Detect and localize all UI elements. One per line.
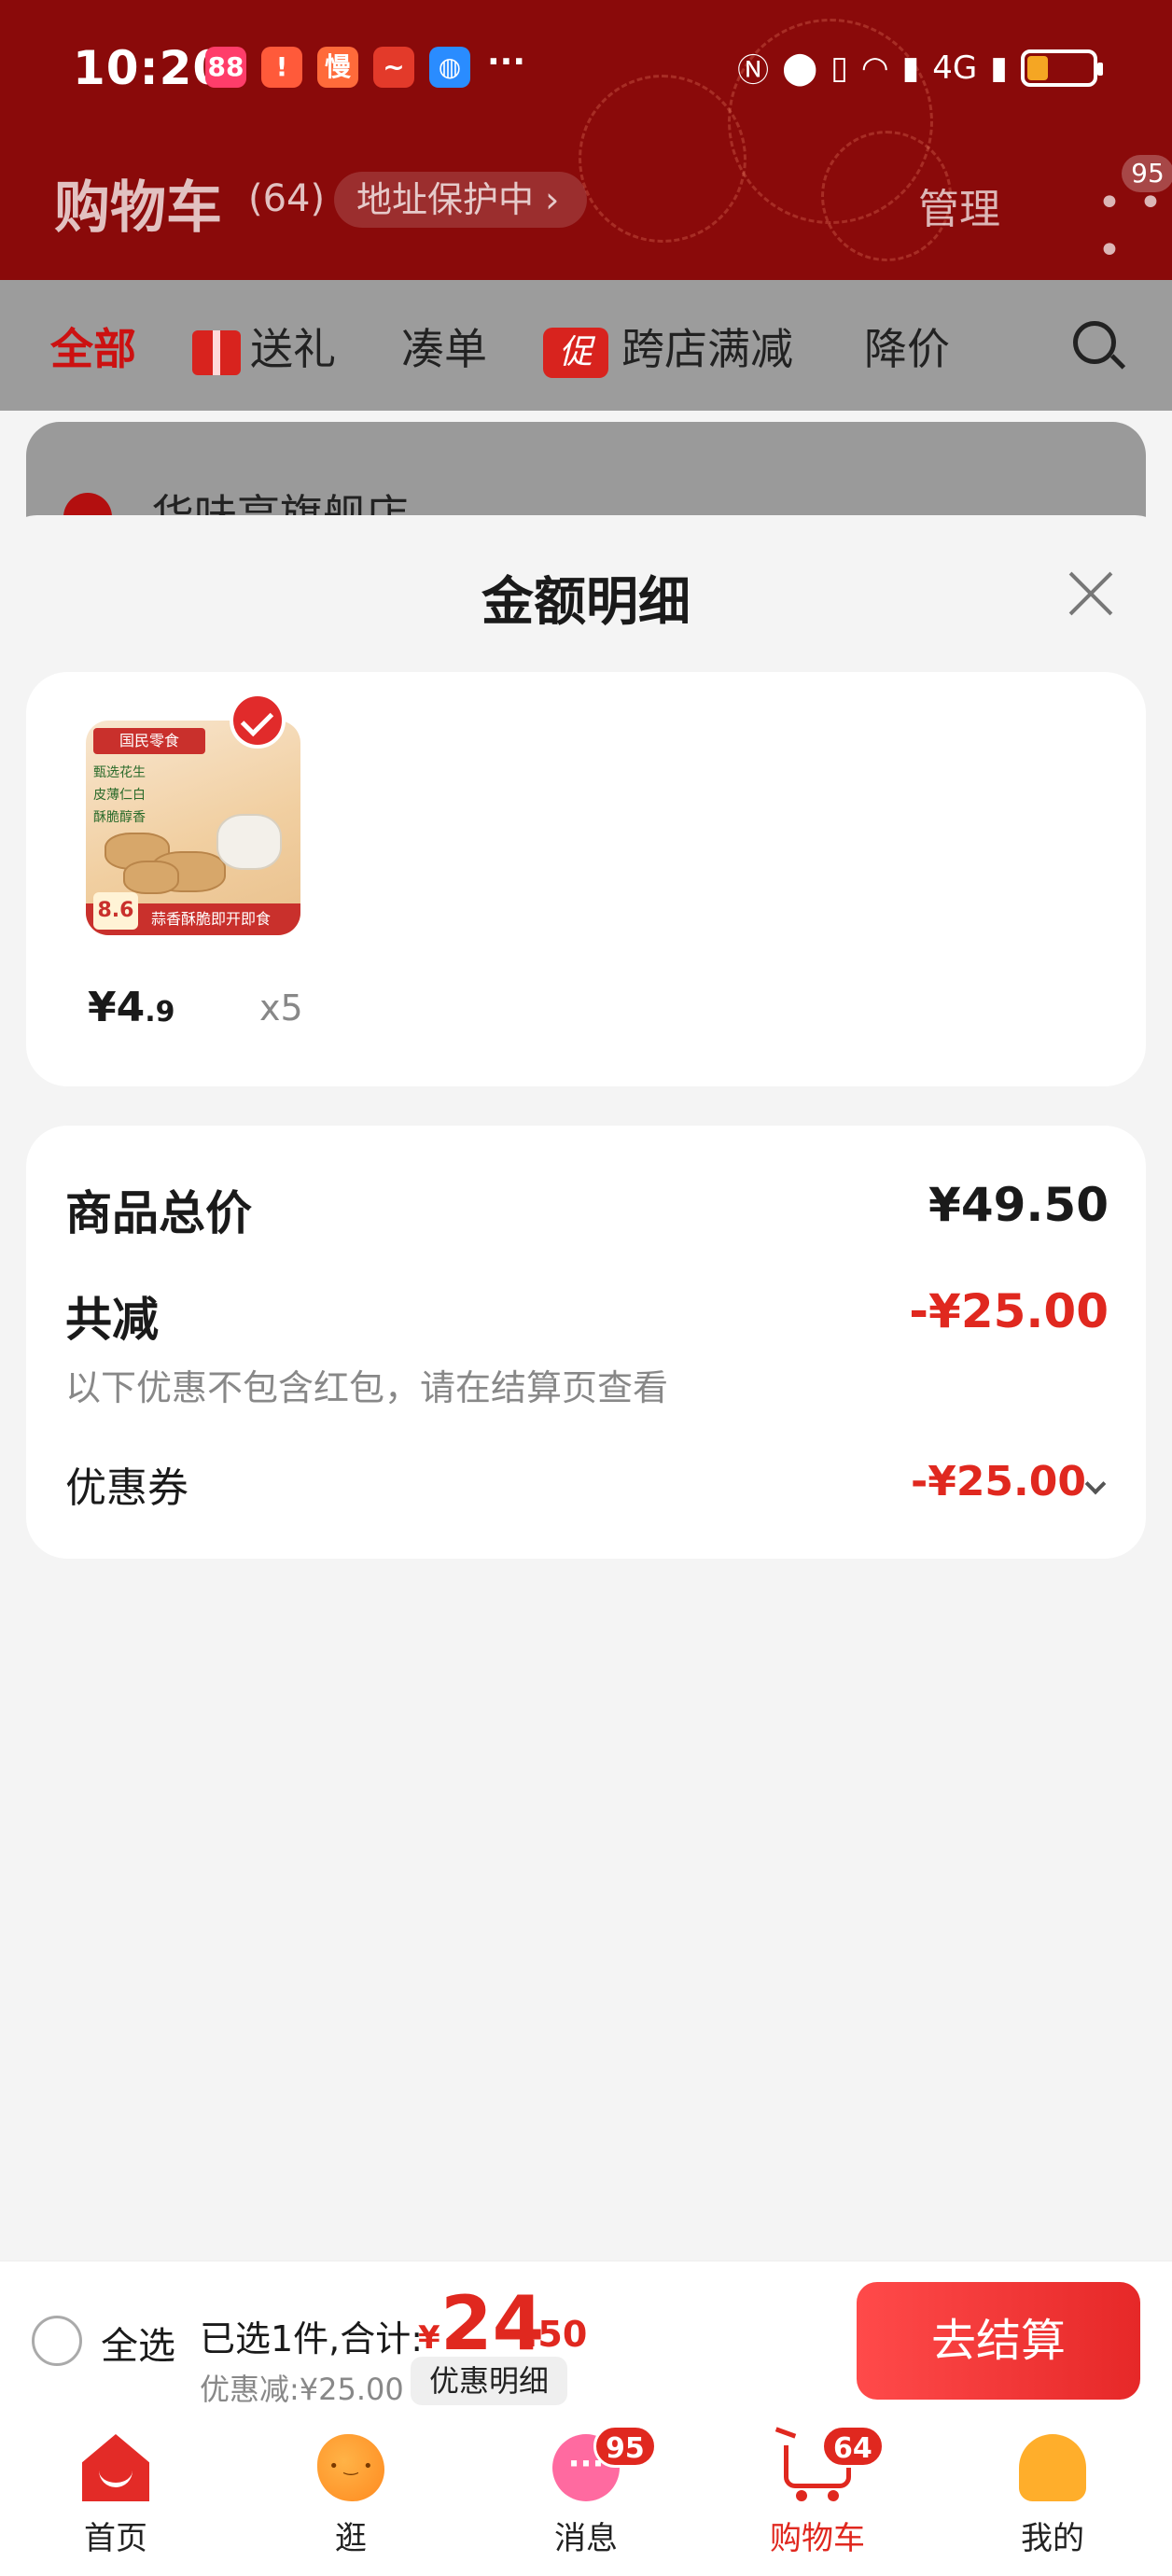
item-price: ¥4.9 [88,984,175,1031]
more-notifications-icon: ··· [487,43,526,81]
coupon-label: 优惠券 [65,1464,188,1512]
tab-gift[interactable]: 送礼 [192,315,336,377]
nav-profile[interactable]: 我的 [959,2415,1146,2576]
product-feature: 酥脆醇香 [93,810,146,825]
sheet-title: 金额明细 [481,572,691,633]
profile-icon [1019,2434,1086,2501]
system-icons: Ⓝ ⬤ ▯ ◠ ▮ 4G ▮ [737,45,1103,91]
search-icon[interactable] [1073,321,1116,364]
notification-app-icon: 88 [205,47,246,88]
tab-all[interactable]: 全部 [50,315,136,377]
reduce-label: 共减 [65,1293,159,1347]
amount-detail-sheet: 金额明细 国民零食 甄选花生 皮薄仁白 酥脆醇香 蒜香酥脆即开即食 8.6 ¥4… [0,515,1172,2261]
tab-gift-label: 送礼 [250,324,336,374]
cart-header: 10:20 88 ! 慢 ~ ◍ ··· Ⓝ ⬤ ▯ ◠ ▮ 4G ▮ 购物车 … [0,0,1172,280]
home-icon [82,2434,149,2501]
status-bar: 10:20 88 ! 慢 ~ ◍ ··· Ⓝ ⬤ ▯ ◠ ▮ 4G ▮ [0,35,1172,101]
total-amount-decimal: .50 [524,2314,588,2355]
location-icon: ⬤ [782,49,818,87]
cart-title-row: 购物车 (64) 地址保护中 › 管理 • • • 95 [54,155,1172,274]
more-badge: 95 [1122,155,1172,192]
cart-item-count: (64) [248,177,326,220]
more-icon[interactable]: • • • [1097,179,1172,274]
nav-label: 逛 [335,2520,367,2557]
manage-button[interactable]: 管理 [918,175,1000,235]
selected-check-icon [230,693,286,749]
product-brand: 国民零食 [93,728,205,754]
notification-app-icon: ◍ [429,47,470,88]
nav-guang[interactable]: 逛 [258,2415,444,2576]
message-badge: 95 [593,2425,657,2468]
guang-icon [317,2434,384,2501]
nav-label: 消息 [554,2520,618,2557]
selected-items-card: 国民零食 甄选花生 皮薄仁白 酥脆醇香 蒜香酥脆即开即食 8.6 ¥4.9 x5 [26,672,1146,1086]
package-image [216,814,282,870]
total-price-label: 商品总价 [65,1186,252,1240]
close-icon[interactable] [1060,564,1120,623]
nav-label: 我的 [1021,2520,1084,2557]
product-thumbnail[interactable]: 国民零食 甄选花生 皮薄仁白 酥脆醇香 蒜香酥脆即开即食 8.6 [86,721,300,935]
promo-icon: 促 [543,327,608,378]
notification-app-icon: ~ [373,47,414,88]
nav-messages[interactable]: 95 消息 [493,2415,679,2576]
discount-detail-button[interactable]: 优惠明细 [411,2357,568,2405]
nav-label: 首页 [84,2520,147,2557]
nav-cart[interactable]: 64 购物车 [724,2415,911,2576]
cart-filter-tabs: 全部 送礼 凑单 促跨店满减 降价 [0,280,1172,411]
notification-app-icon: ! [261,47,302,88]
chevron-down-icon[interactable] [1084,1473,1107,1495]
nfc-icon: Ⓝ [737,52,770,90]
battery-icon [1021,49,1103,87]
status-time: 10:20 [73,41,227,95]
bottom-navigation: 首页 逛 95 消息 64 购物车 我的 [0,2415,1172,2576]
select-all-label[interactable]: 全选 [101,2316,175,2370]
product-feature: 皮薄仁白 [93,788,146,803]
vibrate-icon: ▯ [830,49,848,87]
notification-app-icon: 慢 [317,47,358,88]
select-all-checkbox[interactable] [32,2316,82,2366]
network-type: 4G [932,49,978,87]
product-features: 甄选花生 皮薄仁白 酥脆醇香 [93,762,146,829]
tab-cross-store-label: 跨店满减 [621,324,793,374]
product-feature: 甄选花生 [93,765,146,780]
gift-icon [192,329,241,375]
total-currency: ¥ [418,2319,440,2357]
tab-cross-store[interactable]: 促跨店满减 [543,315,793,378]
reduce-value: -¥25.00 [909,1284,1109,1338]
nav-label: 购物车 [770,2520,865,2557]
checkout-button[interactable]: 去结算 [857,2282,1140,2400]
peanut-image [123,861,179,894]
product-tag-price: 8.6 [93,892,138,930]
signal-icon: ▮ [990,49,1008,87]
tab-bundle[interactable]: 凑单 [401,315,487,377]
coupon-value[interactable]: -¥25.00 [911,1458,1086,1505]
item-price-decimal: .9 [145,996,175,1029]
discount-amount-text: 优惠减:¥25.00 [200,2372,404,2407]
signal-icon: ▮ [901,49,920,87]
page-title: 购物车 [54,175,222,241]
discount-note: 以下优惠不包含红包，请在结算页查看 [65,1367,669,1408]
address-protection-pill[interactable]: 地址保护中 › [334,172,588,228]
nav-home[interactable]: 首页 [22,2415,209,2576]
item-quantity: x5 [259,987,303,1029]
checkout-bar: 全选 已选1件,合计: ¥ 24 .50 优惠减:¥25.00 优惠明细 去结算 [0,2261,1172,2415]
total-price-value: ¥49.50 [928,1178,1109,1232]
selected-count-text: 已选1件,合计: [200,2318,424,2359]
tab-price-drop[interactable]: 降价 [864,315,950,377]
price-summary-card: 商品总价 ¥49.50 共减 -¥25.00 以下优惠不包含红包，请在结算页查看… [26,1126,1146,1559]
item-price-main: ¥4 [88,984,146,1031]
cart-badge: 64 [821,2425,885,2468]
wifi-icon: ◠ [860,49,889,87]
